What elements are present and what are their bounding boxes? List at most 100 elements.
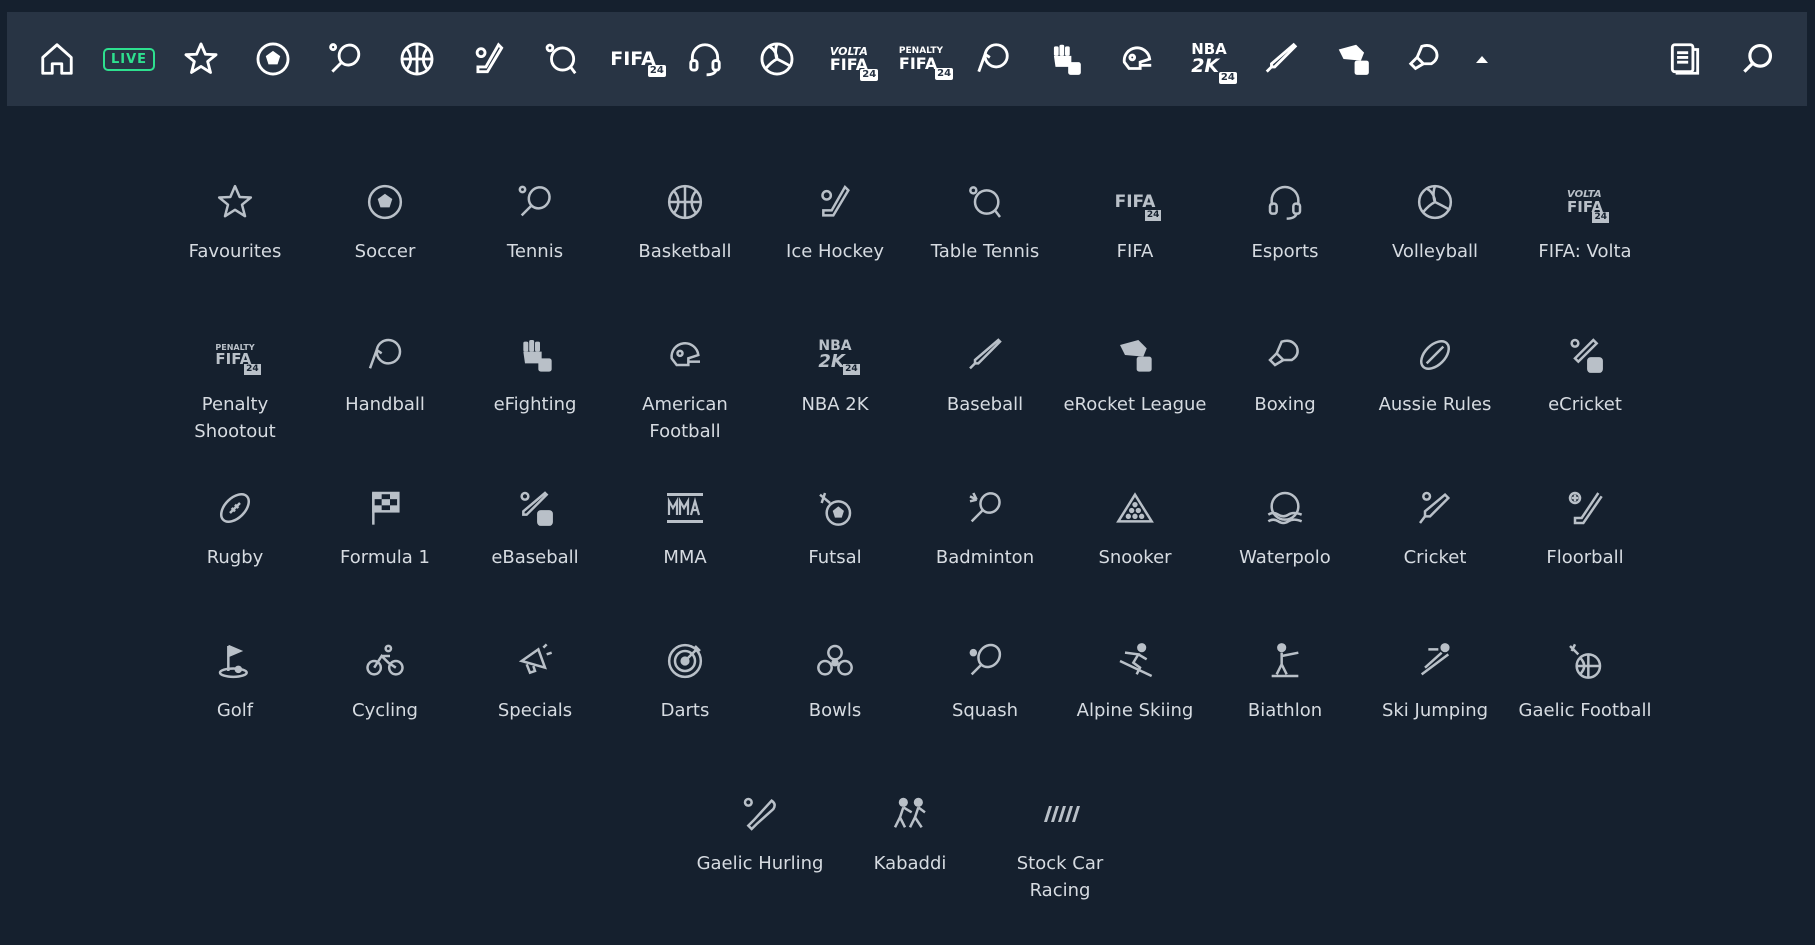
sport-tile-fifa-volta[interactable]: VOLTA FIFA 24 FIFA: Volta: [1510, 180, 1660, 333]
football-helmet-icon: [1122, 46, 1152, 70]
headset-icon: [1268, 185, 1302, 220]
sport-tile-gaelic-hurling[interactable]: Gaelic Hurling: [685, 792, 835, 945]
live-badge: LIVE: [102, 47, 156, 71]
soccer-ball-icon: [367, 184, 403, 220]
sport-tile-erocket-league[interactable]: eRocket League: [1060, 333, 1210, 486]
sport-tile-basketball[interactable]: Basketball: [610, 180, 760, 333]
sport-tile-floorball[interactable]: Floorball: [1510, 486, 1660, 639]
sport-tile-cricket[interactable]: Cricket: [1360, 486, 1510, 639]
sport-tile-gaelic-football[interactable]: Gaelic Football: [1510, 639, 1660, 792]
sport-label: Volleyball: [1391, 241, 1479, 262]
betslip-icon: [1670, 43, 1700, 75]
sport-tile-rugby[interactable]: Rugby: [160, 486, 310, 639]
basketball-icon: [667, 184, 703, 220]
ice-hockey-icon: [821, 184, 850, 217]
nav-esports-button[interactable]: [669, 12, 741, 106]
sport-tile-waterpolo[interactable]: Waterpolo: [1210, 486, 1360, 639]
home-button[interactable]: [21, 12, 93, 106]
nav-fifa-volta-button[interactable]: VOLTA FIFA 24: [813, 12, 885, 106]
sport-tile-american-football[interactable]: American Football: [610, 333, 760, 486]
sport-tile-formula-1[interactable]: Formula 1: [310, 486, 460, 639]
sport-label: Handball: [345, 394, 425, 415]
nba-2k-icon: NBA 2K 24: [818, 338, 860, 375]
table-tennis-icon: [545, 43, 577, 75]
sport-tile-mma[interactable]: MMA: [610, 486, 760, 639]
sport-tile-nba-2k[interactable]: NBA 2K 24 NBA 2K: [760, 333, 910, 486]
baseball-bat-icon: [969, 338, 1002, 370]
sport-label: Floorball: [1546, 547, 1624, 568]
sport-tile-handball[interactable]: Handball: [310, 333, 460, 486]
sport-tile-penalty-shootout[interactable]: PENALTY FIFA 24 Penalty Shootout: [160, 333, 310, 486]
mma-icon: [667, 493, 703, 523]
sport-tile-esports[interactable]: Esports: [1210, 180, 1360, 333]
sport-tile-golf[interactable]: Golf: [160, 639, 310, 792]
sport-label: Esports: [1251, 241, 1319, 262]
nav-basketball-button[interactable]: [381, 12, 453, 106]
sport-tile-tennis[interactable]: Tennis: [460, 180, 610, 333]
nav-american-football-button[interactable]: [1101, 12, 1173, 106]
sport-label: Cricket: [1403, 547, 1467, 568]
sport-tile-bowls[interactable]: Bowls: [760, 639, 910, 792]
sport-tile-table-tennis[interactable]: Table Tennis: [910, 180, 1060, 333]
rugby-ball-icon: [220, 493, 250, 523]
sport-tile-stock-car-racing[interactable]: Stock Car Racing: [985, 792, 1135, 945]
sport-tile-ecricket[interactable]: eCricket: [1510, 333, 1660, 486]
nav-baseball-button[interactable]: [1245, 12, 1317, 106]
sport-tile-boxing[interactable]: Boxing: [1210, 333, 1360, 486]
sport-tile-cycling[interactable]: Cycling: [310, 639, 460, 792]
nav-erocket-button[interactable]: [1317, 12, 1389, 106]
nav-boxing-button[interactable]: [1389, 12, 1461, 106]
sport-label: Ice Hockey: [786, 241, 884, 262]
nav-nba2k-button[interactable]: NBA 2K 24: [1173, 12, 1245, 106]
search-icon: [1743, 43, 1773, 73]
sport-label: Biathlon: [1247, 700, 1323, 721]
sport-tile-efighting[interactable]: eFighting: [460, 333, 610, 486]
sport-tile-alpine-skiing[interactable]: Alpine Skiing: [1060, 639, 1210, 792]
sport-tile-fifa[interactable]: FIFA 24 FIFA: [1060, 180, 1210, 333]
nav-tennis-button[interactable]: [309, 12, 381, 106]
nav-penalty-button[interactable]: PENALTY FIFA 24: [885, 12, 957, 106]
soccer-ball-icon: [256, 42, 290, 76]
sport-label: Badminton: [935, 547, 1035, 568]
nba-2k-icon: NBA 2K 24: [1191, 40, 1237, 84]
sport-tile-soccer[interactable]: Soccer: [310, 180, 460, 333]
sport-label: eBaseball: [491, 547, 579, 568]
nav-efighting-button[interactable]: [1029, 12, 1101, 106]
cricket-bat-icon: [1419, 491, 1451, 524]
sport-tile-kabaddi[interactable]: Kabaddi: [835, 792, 985, 945]
sport-tile-snooker[interactable]: Snooker: [1060, 486, 1210, 639]
search-button[interactable]: [1721, 12, 1793, 106]
nav-soccer-button[interactable]: [237, 12, 309, 106]
sport-tile-baseball[interactable]: Baseball: [910, 333, 1060, 486]
sport-label: Kabaddi: [873, 853, 947, 874]
sport-tile-darts[interactable]: Darts: [610, 639, 760, 792]
nav-table-tennis-button[interactable]: [525, 12, 597, 106]
sport-tile-specials[interactable]: Specials: [460, 639, 610, 792]
sport-tile-favourites[interactable]: Favourites: [160, 180, 310, 333]
betslip-button[interactable]: [1649, 12, 1721, 106]
fist-icon: [523, 340, 552, 372]
hurling-icon: [743, 797, 776, 831]
sport-tile-biathlon[interactable]: Biathlon: [1210, 639, 1360, 792]
nav-ice-hockey-button[interactable]: [453, 12, 525, 106]
sport-tile-ski-jumping[interactable]: Ski Jumping: [1360, 639, 1510, 792]
sport-tile-futsal[interactable]: Futsal: [760, 486, 910, 639]
sport-label: Baseball: [946, 394, 1024, 415]
sport-label: Penalty Shootout: [194, 394, 276, 442]
sport-tile-aussie-rules[interactable]: Aussie Rules: [1360, 333, 1510, 486]
sport-label: Soccer: [354, 241, 416, 262]
sport-tile-badminton[interactable]: Badminton: [910, 486, 1060, 639]
live-button[interactable]: LIVE: [93, 12, 165, 106]
sport-tile-ice-hockey[interactable]: Ice Hockey: [760, 180, 910, 333]
nav-fifa-button[interactable]: FIFA 24: [597, 12, 669, 106]
sport-tile-volleyball[interactable]: Volleyball: [1360, 180, 1510, 333]
sport-tile-ebaseball[interactable]: eBaseball: [460, 486, 610, 639]
kabaddi-icon: [893, 797, 926, 829]
sport-tile-squash[interactable]: Squash: [910, 639, 1060, 792]
sports-grid: Favourites Soccer Tennis Basketball Ice …: [160, 180, 1660, 792]
nav-expand-button[interactable]: [1461, 12, 1491, 106]
nav-handball-button[interactable]: [957, 12, 1029, 106]
ebaseball-icon: [520, 491, 553, 526]
nav-favourites-button[interactable]: [165, 12, 237, 106]
nav-volleyball-button[interactable]: [741, 12, 813, 106]
